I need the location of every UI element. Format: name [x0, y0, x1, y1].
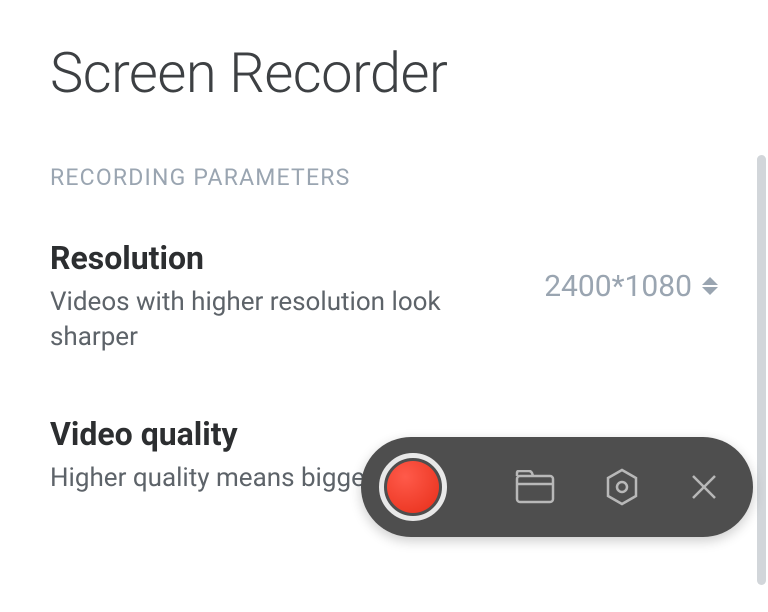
resolution-description: Videos with higher resolution look sharp… — [50, 285, 470, 355]
folder-button[interactable] — [515, 470, 555, 504]
resolution-setting-row[interactable]: Resolution Videos with higher resolution… — [50, 239, 718, 355]
settings-button[interactable] — [603, 468, 641, 506]
section-header: RECORDING PARAMETERS — [50, 164, 718, 191]
resolution-title: Resolution — [50, 239, 470, 277]
close-icon — [689, 472, 719, 502]
recording-toolbar[interactable] — [361, 437, 753, 537]
page-title: Screen Recorder — [50, 40, 718, 106]
resolution-value-picker[interactable]: 2400*1080 — [544, 269, 718, 304]
settings-icon — [603, 468, 641, 506]
resolution-value: 2400*1080 — [544, 269, 692, 304]
record-icon — [387, 461, 439, 513]
close-button[interactable] — [689, 472, 719, 502]
record-button[interactable] — [379, 453, 447, 521]
folder-icon — [515, 470, 555, 504]
scrollbar[interactable] — [757, 155, 766, 585]
updown-icon — [702, 277, 718, 297]
